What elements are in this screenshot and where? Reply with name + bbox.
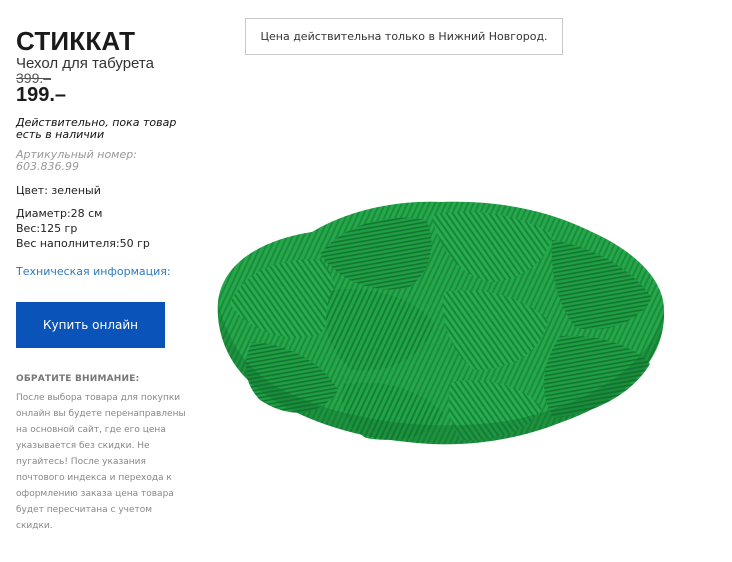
article-number: Артикульный номер: 603.836.99: [16, 148, 137, 173]
product-filling-weight: Вес наполнителя:50 гр: [16, 237, 150, 250]
notice-heading: ОБРАТИТЕ ВНИМАНИЕ:: [16, 374, 140, 384]
product-diameter: Диаметр:28 см: [16, 207, 103, 220]
product-image: [212, 194, 670, 450]
buy-online-button[interactable]: Купить онлайн: [16, 302, 165, 348]
current-price: 199.–: [16, 84, 67, 106]
city-price-notice-text: Цена действительна только в Нижний Новго…: [260, 30, 548, 43]
notice-body: После выбора товара для покупки онлайн в…: [16, 393, 186, 531]
product-weight: Вес:125 гр: [16, 222, 78, 235]
tech-info-link[interactable]: Техническая информация:: [16, 265, 171, 279]
product-title: СТИККАТ: [16, 26, 136, 56]
product-color: Цвет: зеленый: [16, 184, 101, 197]
city-price-notice: Цена действительна только в Нижний Новго…: [245, 18, 563, 55]
stock-note: Действительно, пока товар есть в наличии: [16, 116, 177, 141]
green-corduroy-stool-cover-icon: [217, 201, 665, 445]
